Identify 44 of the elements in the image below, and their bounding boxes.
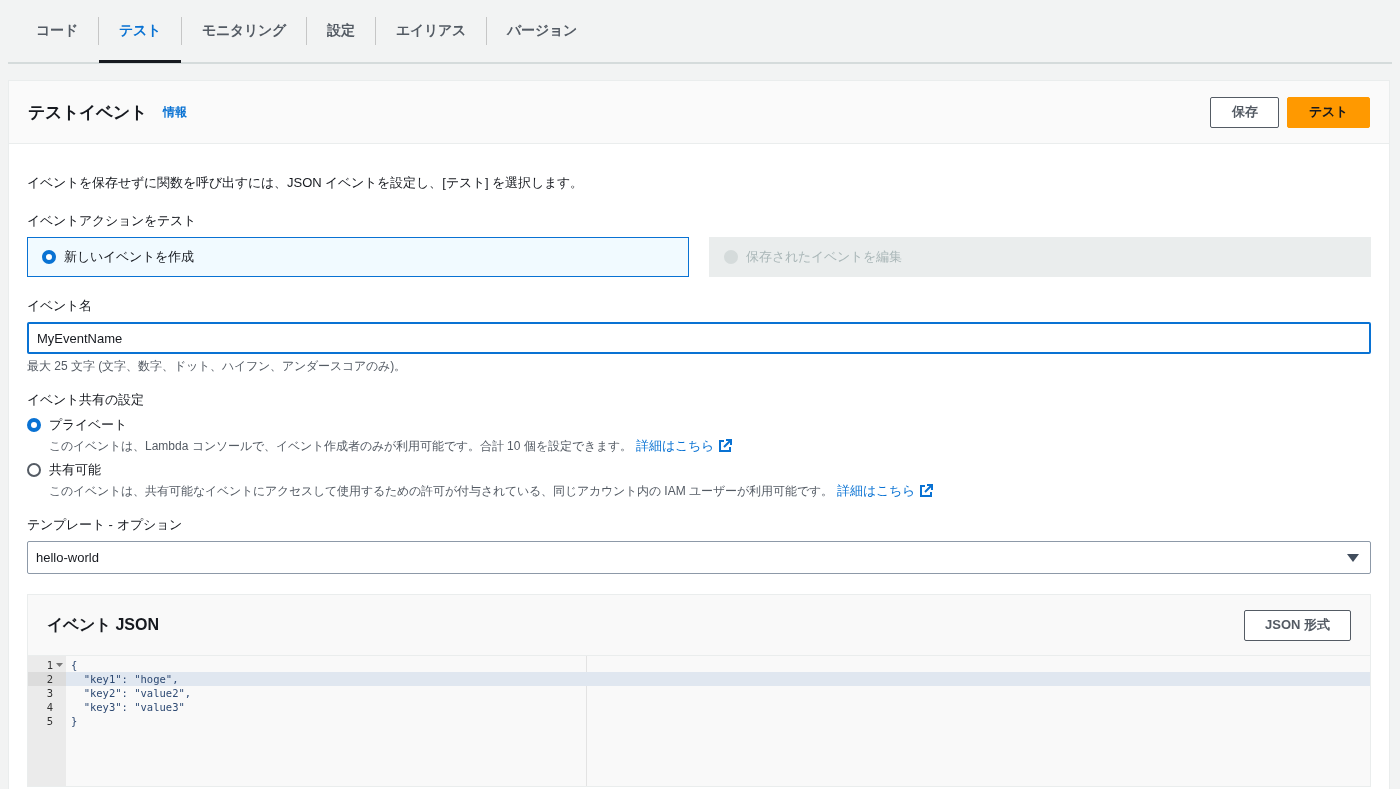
description: イベントを保存せずに関数を呼び出すには、JSON イベントを設定し、[テスト] を選択します。	[27, 174, 585, 192]
option-description: このイベントは、共有可能なイベントにアクセスして使用するための許可が付与されている、同じアカウント内の IAM ユーザーが利用可能です。	[49, 482, 833, 500]
tab[interactable]: モニタリング	[182, 1, 306, 63]
code-line: "key1": "hoge",	[82, 673, 179, 685]
tab[interactable]: 設定	[307, 1, 375, 63]
option-description: このイベントは、Lambda コンソールで、イベント作成者のみが利用可能です。合計 10 個を設定できます。	[49, 437, 632, 455]
info-link[interactable]: 情報	[163, 103, 187, 121]
learn-more-link[interactable]: 詳細はこちら	[837, 482, 915, 500]
line-number: 2	[46, 673, 53, 685]
field-label: テンプレート - オプション	[27, 516, 183, 534]
radio-card[interactable]: 新しいイベントを作成	[27, 237, 689, 277]
learn-more-link[interactable]: 詳細はこちら	[635, 437, 714, 455]
panel-title: テストイベント	[28, 101, 147, 124]
line-number: 3	[46, 687, 53, 699]
test-button[interactable]: テスト	[1287, 96, 1370, 128]
code-line: {	[71, 659, 78, 671]
radio-button[interactable]	[42, 250, 56, 264]
radio-button[interactable]	[27, 418, 41, 432]
template-select[interactable]: hello-world	[27, 541, 1371, 574]
event-name-input[interactable]: MyEventName	[27, 322, 1371, 354]
line-number: 5	[46, 715, 53, 727]
external-link-icon	[919, 484, 933, 498]
section-title: イベント JSON	[47, 614, 159, 635]
field-label: イベントアクションをテスト	[27, 212, 197, 230]
tab[interactable]: コード	[16, 1, 98, 63]
radio-button[interactable]	[27, 463, 41, 477]
tab[interactable]: バージョン	[487, 1, 597, 63]
code-line: "key3": "value3"	[82, 701, 185, 713]
radio-label: プライベート	[49, 416, 127, 434]
line-number: 1	[46, 659, 53, 671]
json-format-button[interactable]: JSON 形式	[1244, 609, 1351, 641]
field-label: イベント共有の設定	[27, 391, 145, 409]
line-number: 4	[46, 701, 53, 713]
external-link-icon	[717, 439, 732, 453]
code-line: "key2": "value2",	[82, 687, 192, 699]
save-button[interactable]: 保存	[1210, 96, 1279, 128]
caret-icon	[1347, 553, 1359, 562]
tab[interactable]: エイリアス	[376, 1, 486, 63]
radio-label: 共有可能	[49, 461, 101, 479]
field-hint: 最大 25 文字 (文字、数字、ドット、ハイフン、アンダースコアのみ)。	[27, 358, 408, 375]
code-line: }	[71, 715, 78, 727]
fold-icon[interactable]	[56, 663, 63, 667]
tab[interactable]: テスト	[99, 1, 181, 63]
field-label: イベント名	[27, 297, 93, 315]
